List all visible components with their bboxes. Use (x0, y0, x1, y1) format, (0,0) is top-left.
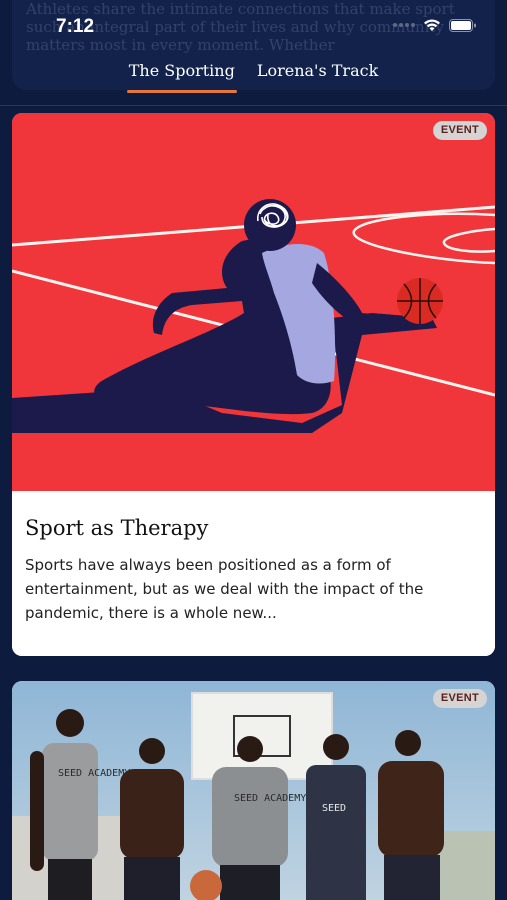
status-icons (393, 18, 477, 32)
battery-icon (449, 18, 476, 32)
card-description: Sports have always been positioned as a … (25, 556, 424, 622)
article-card[interactable]: EVENT Sport as Therapy Sports have alway… (12, 113, 495, 656)
tab-bar: The Sporting Lorena's Track (0, 58, 507, 94)
event-badge: EVENT (432, 121, 487, 140)
ghost-text-line: matters most in every moment. Whether (26, 36, 335, 54)
top-header: Athletes share the intimate connections … (0, 0, 507, 106)
basketball-players-photo: SEED ACADEMY SEED ACADEMY SEED (12, 681, 495, 900)
shirt-text: SEED ACADEMY (58, 768, 130, 779)
sport-therapy-illustration (12, 113, 495, 491)
ghost-text-line: Athletes share the intimate connections … (26, 0, 455, 18)
article-card[interactable]: SEED ACADEMY SEED ACADEMY SEED EVENT (12, 681, 495, 900)
card-body: Sport as Therapy Sports have always been… (12, 491, 495, 656)
cellular-dots-icon (393, 23, 415, 27)
tab-lorenas-track[interactable]: Lorena's Track (255, 58, 380, 94)
shirt-text: SEED (322, 803, 346, 814)
shirt-text: SEED ACADEMY (234, 793, 306, 804)
tab-the-sporting[interactable]: The Sporting (126, 58, 237, 94)
wifi-icon (424, 19, 440, 31)
card-title: Sport as Therapy (25, 516, 209, 540)
event-badge: EVENT (432, 689, 487, 708)
status-time: 7:12 (56, 16, 95, 37)
